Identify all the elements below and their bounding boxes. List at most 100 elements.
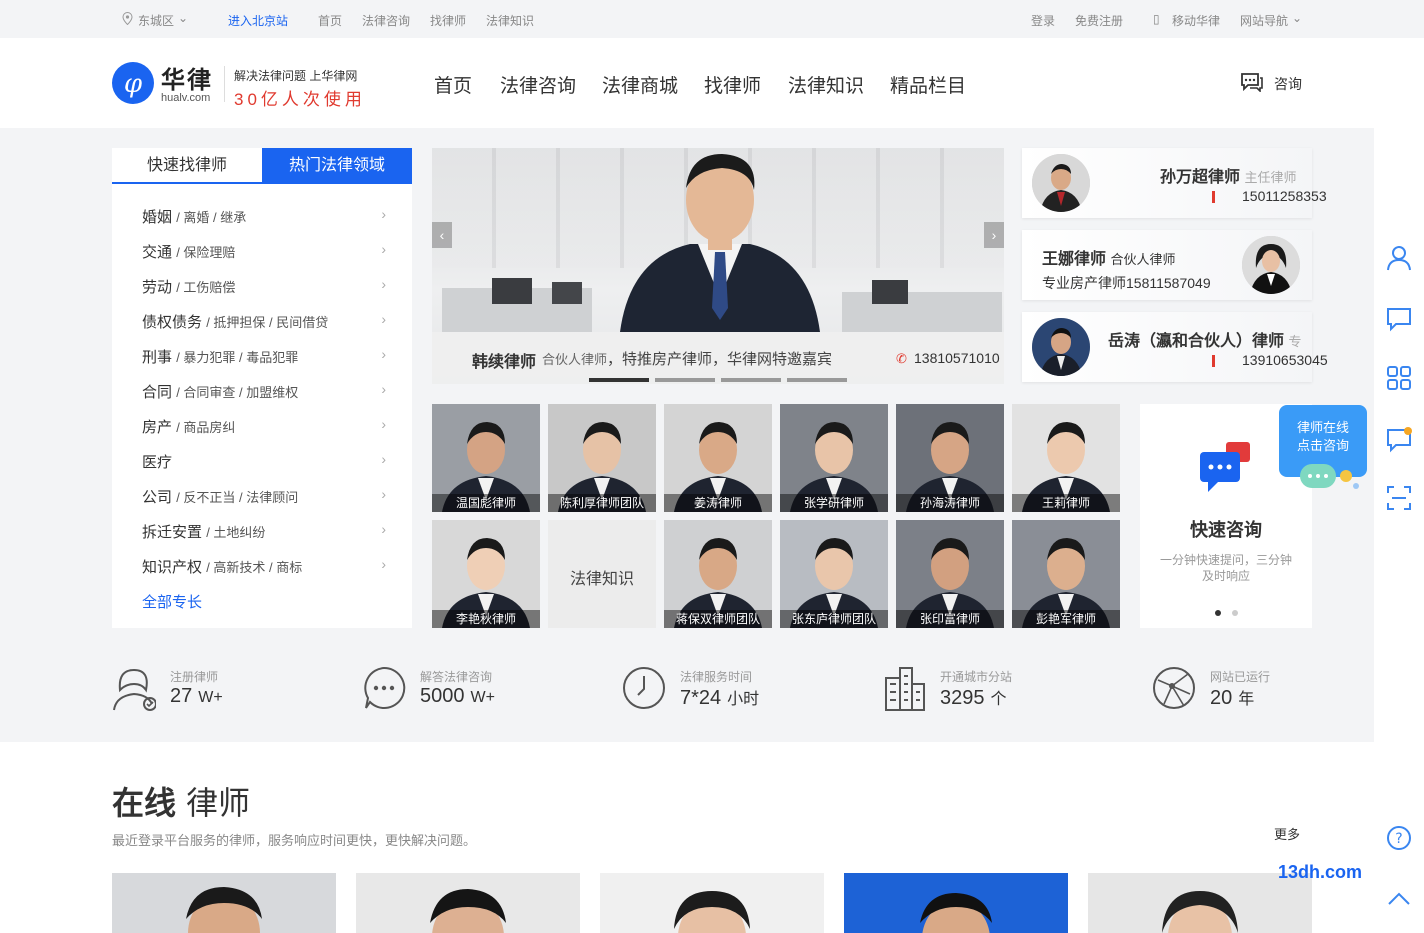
category-subs: / 反不正当 / 法律顾问	[176, 490, 299, 505]
banner-dot[interactable]	[655, 378, 715, 382]
top-link-consult[interactable]: 法律咨询	[362, 12, 410, 29]
category-item[interactable]: 交通 / 保险理赔 ›	[142, 241, 386, 262]
lawyer-tile[interactable]: 彭艳军律师	[1012, 520, 1120, 628]
avatar	[1242, 236, 1300, 294]
category-item[interactable]: 刑事 / 暴力犯罪 / 毒品犯罪 ›	[142, 346, 386, 367]
lawyer-tile[interactable]: 孙海涛律师	[896, 404, 1004, 512]
city-station-link[interactable]: 进入北京站	[228, 12, 288, 29]
location-pin-icon	[122, 12, 133, 25]
consult-link[interactable]: 咨询	[1274, 74, 1302, 94]
category-main: 合同	[142, 384, 173, 401]
banner-lawyer-phone: 13810571010	[914, 350, 1000, 366]
logo-divider	[224, 66, 225, 102]
lawyer-tile[interactable]: 陈利厚律师团队	[548, 404, 656, 512]
chat-icon[interactable]	[1240, 72, 1264, 92]
carousel-dot[interactable]	[1215, 610, 1221, 616]
category-item[interactable]: 婚姻 / 离婚 / 继承 ›	[142, 206, 386, 227]
tab-hot-areas[interactable]: 热门法律领域	[262, 148, 412, 184]
featured-lawyer-card[interactable]: 孙万超律师 主任律师 15011258353	[1022, 148, 1327, 218]
category-item[interactable]: 债权债务 / 抵押担保 / 民间借贷 ›	[142, 311, 386, 332]
banner-caption: 韩续律师 合伙人律师，特推房产律师，华律网特邀嘉宾 ✆ 13810571010	[432, 332, 1004, 384]
lawyer-tile-name: 张印富律师	[896, 610, 1004, 628]
category-item[interactable]: 拆迁安置 / 土地纠纷 ›	[142, 521, 386, 542]
nav-knowledge[interactable]: 法律知识	[788, 71, 864, 98]
top-link-knowledge[interactable]: 法律知识	[486, 12, 534, 29]
lawyer-tile[interactable]: 温国彪律师	[432, 404, 540, 512]
online-lawyer-card[interactable]	[112, 873, 336, 933]
lawyer-portrait	[620, 154, 820, 332]
online-lawyer-card[interactable]	[844, 873, 1068, 933]
carousel-dot[interactable]	[1232, 610, 1238, 616]
quick-consult-title: 快速咨询	[1190, 520, 1262, 540]
online-lawyer-card[interactable]	[600, 873, 824, 933]
lawyer-tile[interactable]: 张学研律师	[780, 404, 888, 512]
tab-quick-find[interactable]: 快速找律师	[112, 148, 262, 184]
lawyer-name: 孙万超律师 主任律师	[1160, 169, 1297, 186]
back-to-top-icon[interactable]	[1386, 886, 1412, 912]
category-subs: / 暴力犯罪 / 毒品犯罪	[176, 350, 299, 365]
apps-grid-icon[interactable]	[1386, 365, 1412, 391]
lawyer-tile[interactable]: 蒋保双律师团队	[664, 520, 772, 628]
lawyer-tile-name: 陈利厚律师团队	[548, 494, 656, 512]
chevron-right-icon: ›	[381, 241, 386, 257]
nav-find-lawyer[interactable]: 找律师	[704, 71, 761, 98]
scan-icon[interactable]	[1386, 485, 1412, 511]
legal-knowledge-tile[interactable]: 法律知识	[548, 520, 656, 628]
category-item[interactable]: 房产 / 商品房纠 ›	[142, 416, 386, 437]
banner-lawyer-name[interactable]: 韩续律师	[472, 348, 536, 372]
register-link[interactable]: 免费注册	[1075, 12, 1123, 29]
message-icon[interactable]	[1386, 306, 1412, 332]
nav-consult[interactable]: 法律咨询	[500, 71, 576, 98]
watermark: 13dh.com	[1278, 862, 1363, 882]
nav-mall[interactable]: 法律商城	[602, 71, 678, 98]
online-lawyer-card[interactable]	[356, 873, 580, 933]
category-item[interactable]: 医疗 ›	[142, 451, 386, 472]
banner-lawyer-title: 合伙人律师	[542, 352, 608, 367]
category-main: 刑事	[142, 349, 173, 366]
nav-featured[interactable]: 精品栏目	[890, 71, 966, 98]
category-main: 拆迁安置	[142, 524, 203, 541]
category-main: 婚姻	[142, 209, 173, 226]
banner-next-button[interactable]: ›	[984, 222, 1004, 248]
category-item[interactable]: 知识产权 / 高新技术 / 商标 ›	[142, 556, 386, 577]
banner-prev-button[interactable]: ‹	[432, 222, 452, 248]
chevron-right-icon: ›	[381, 346, 386, 362]
chat-bubble-icon[interactable]	[1386, 427, 1412, 453]
banner-dot[interactable]	[589, 378, 649, 382]
banner-dot[interactable]	[787, 378, 847, 382]
category-item[interactable]: 合同 / 合同审查 / 加盟维权 ›	[142, 381, 386, 402]
lawyer-tile[interactable]: 张东庐律师团队	[780, 520, 888, 628]
stat-label: 注册律师	[170, 670, 219, 684]
nav-home[interactable]: 首页	[434, 71, 472, 98]
lawyer-tile[interactable]: 张印富律师	[896, 520, 1004, 628]
help-icon[interactable]: ?	[1386, 825, 1412, 851]
lawyer-tile-name: 王莉律师	[1012, 494, 1120, 512]
lawyer-tile[interactable]: 姜涛律师	[664, 404, 772, 512]
category-item[interactable]: 劳动 / 工伤赔偿 ›	[142, 276, 386, 297]
logo-name[interactable]: 华律	[161, 60, 213, 95]
lawyer-tile-name: 孙海涛律师	[896, 494, 1004, 512]
site-nav-link[interactable]: 网站导航	[1240, 12, 1288, 29]
chevron-down-icon: ⌄	[1292, 11, 1303, 25]
featured-lawyer-card[interactable]: 王娜律师 合伙人律师 专业房产律师15811587049	[1022, 230, 1312, 300]
logo-icon[interactable]: φ	[112, 62, 154, 104]
lawyer-tile[interactable]: 王莉律师	[1012, 404, 1120, 512]
banner-dot[interactable]	[721, 378, 781, 382]
user-icon[interactable]	[1386, 245, 1412, 271]
login-link[interactable]: 登录	[1031, 12, 1055, 29]
category-item[interactable]: 公司 / 反不正当 / 法律顾问 ›	[142, 486, 386, 507]
top-link-home[interactable]: 首页	[318, 12, 342, 29]
top-link-find-lawyer[interactable]: 找律师	[430, 12, 466, 29]
hero-banner[interactable]: ‹ › 韩续律师 合伙人律师，特推房产律师，华律网特邀嘉宾 ✆ 13810571…	[432, 148, 1004, 384]
lawyer-tile[interactable]: 李艳秋律师	[432, 520, 540, 628]
all-specialties-link[interactable]: 全部专长	[142, 591, 386, 612]
location-selector[interactable]: 东城区	[138, 12, 174, 29]
chevron-down-icon: ⌄	[178, 11, 189, 25]
chat-badge-icon	[1300, 464, 1359, 489]
more-link[interactable]: 更多	[1274, 824, 1300, 843]
lawyer-tile-name: 张东庐律师团队	[780, 610, 888, 628]
svg-text:?: ?	[1395, 831, 1402, 847]
category-subs: / 高新技术 / 商标	[206, 560, 303, 575]
featured-lawyer-card[interactable]: 岳涛（瀛和合伙人）律师 专 13910653045	[1022, 312, 1328, 382]
mobile-link[interactable]: 移动华律	[1172, 12, 1220, 29]
